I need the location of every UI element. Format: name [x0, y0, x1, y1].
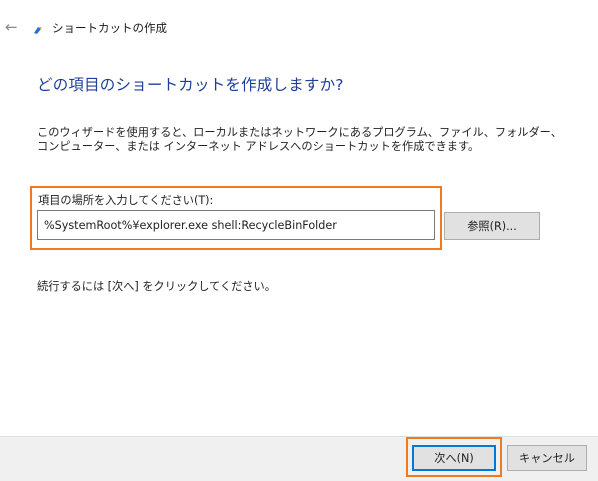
shortcut-wizard-icon [34, 27, 42, 34]
window-title: ショートカットの作成 [52, 21, 167, 35]
next-button[interactable]: 次へ(N) [412, 445, 496, 471]
continue-hint: 続行するには [次へ] をクリックしてください。 [37, 280, 276, 293]
cancel-button[interactable]: キャンセル [507, 445, 587, 471]
back-arrow-icon[interactable]: ← [5, 17, 23, 37]
description-text: このウィザードを使用すると、ローカルまたはネットワークにあるプログラム、ファイル… [37, 126, 562, 153]
browse-button[interactable]: 参照(R)... [444, 212, 540, 240]
page-heading: どの項目のショートカットを作成しますか? [37, 76, 344, 94]
location-input[interactable] [37, 210, 435, 240]
location-label: 項目の場所を入力してください(T): [38, 194, 214, 207]
close-icon[interactable]: ✕ [570, 0, 590, 8]
